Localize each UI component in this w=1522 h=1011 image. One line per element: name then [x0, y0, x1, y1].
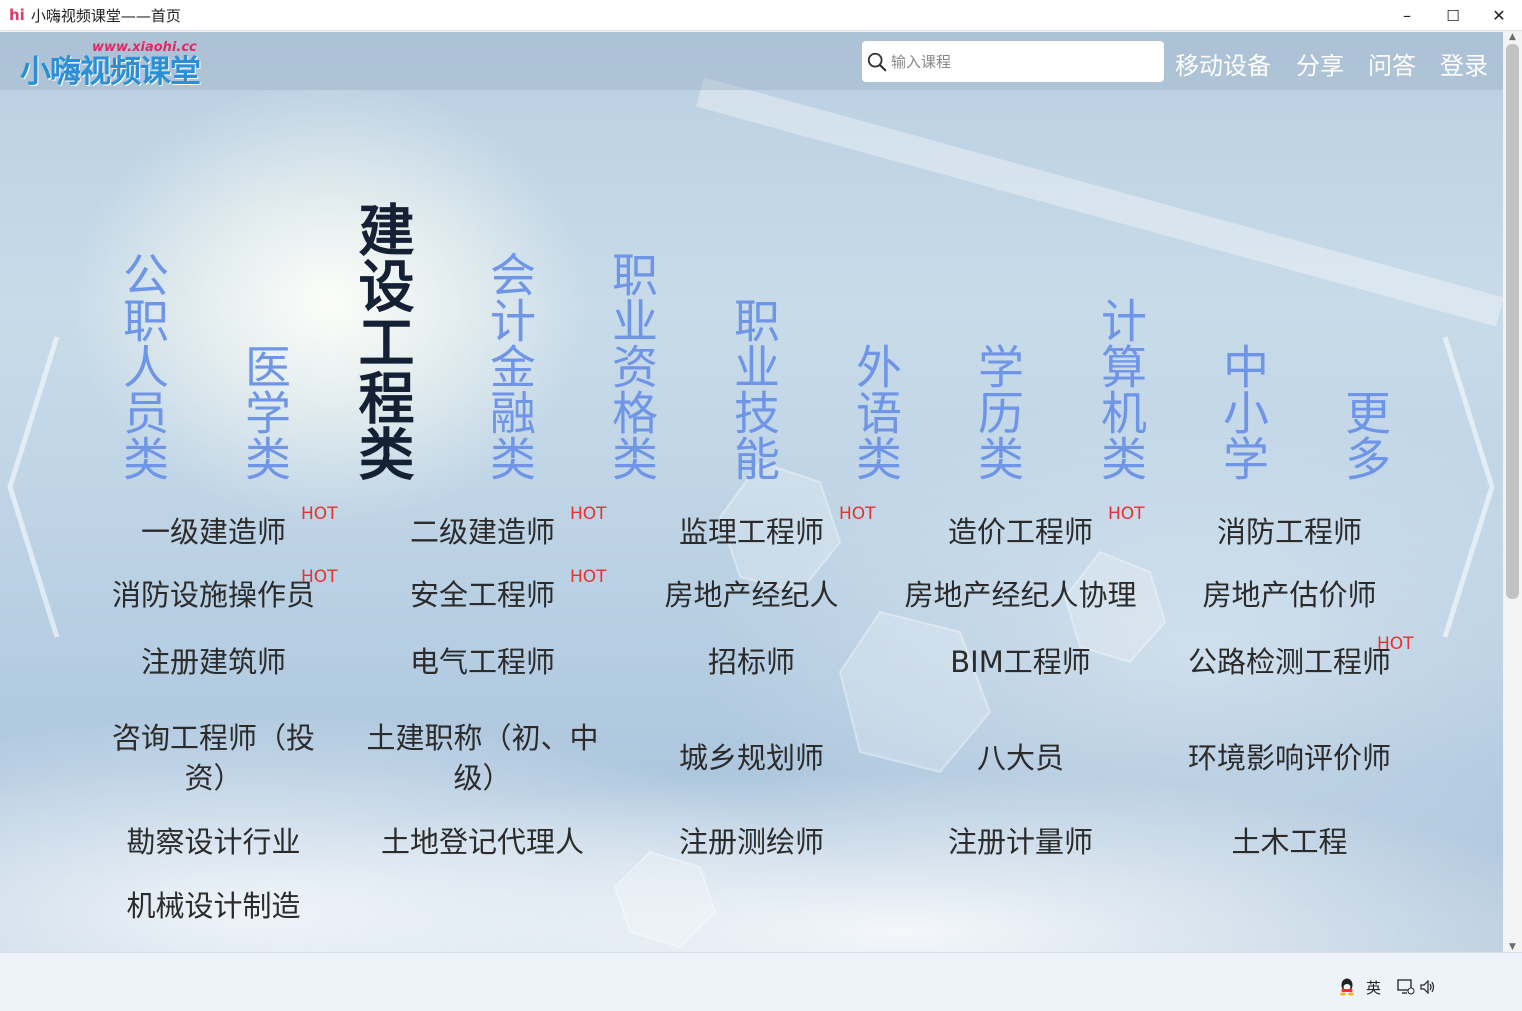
hot-badge: HOT [301, 567, 338, 587]
window-titlebar: hi 小嗨视频课堂——首页 – ☐ ✕ [0, 0, 1522, 31]
top-header: 小嗨视频课堂 www.xiaohi.cc 移动设备 分享 问答 登录 [0, 32, 1503, 90]
course-link[interactable]: 城乡规划师 [617, 738, 886, 778]
course-link[interactable]: 注册建筑师 [79, 642, 348, 682]
search-box[interactable] [862, 41, 1164, 82]
volume-icon[interactable] [1420, 980, 1436, 994]
chevron-right-icon[interactable] [1440, 332, 1500, 642]
maximize-icon: ☐ [1446, 6, 1460, 25]
ime-indicator[interactable]: 英 [1366, 977, 1381, 998]
hot-badge: HOT [301, 504, 338, 524]
category-tab-1[interactable]: 医学类 [232, 343, 292, 481]
course-link[interactable]: 房地产估价师 [1155, 575, 1424, 615]
category-tab-4[interactable]: 职业资格类 [599, 251, 659, 481]
minimize-icon: – [1403, 6, 1411, 25]
category-tab-6[interactable]: 外语类 [843, 343, 903, 481]
category-tab-5[interactable]: 职业技能 [721, 297, 781, 481]
course-link[interactable]: 电气工程师 [348, 642, 617, 682]
category-tab-8[interactable]: 计算机类 [1088, 297, 1148, 481]
course-link[interactable]: 注册计量师 [886, 822, 1155, 862]
logo-url: www.xiaohi.cc [92, 40, 197, 55]
search-icon[interactable] [866, 51, 888, 73]
course-link[interactable]: 咨询工程师（投资） [91, 718, 336, 798]
course-link[interactable]: 房地产经纪人协理 [886, 575, 1155, 615]
category-tab-3[interactable]: 会计金融类 [477, 251, 537, 481]
hot-badge: HOT [570, 504, 607, 524]
course-link[interactable]: 机械设计制造 [79, 886, 348, 926]
nav-share[interactable]: 分享 [1296, 46, 1344, 81]
nav-qa[interactable]: 问答 [1368, 46, 1416, 81]
scroll-down-icon[interactable]: ▼ [1507, 942, 1518, 952]
course-link[interactable]: BIM工程师 [886, 642, 1155, 682]
category-tab-9[interactable]: 中小学 [1210, 343, 1270, 481]
course-link[interactable]: 环境影响评价师 [1155, 738, 1424, 778]
qq-icon[interactable] [1339, 978, 1355, 996]
app-icon: hi [9, 6, 25, 24]
minimize-button[interactable]: – [1384, 0, 1430, 31]
category-tab-7[interactable]: 学历类 [965, 343, 1025, 481]
course-link[interactable]: 招标师 [617, 642, 886, 682]
category-tab-10[interactable]: 更多 [1332, 389, 1392, 481]
chevron-left-icon[interactable] [2, 332, 62, 642]
nav-mobile-devices[interactable]: 移动设备 [1175, 46, 1271, 81]
course-link[interactable]: 八大员 [886, 738, 1155, 778]
category-tab-2[interactable]: 建设工程类 [349, 201, 415, 481]
course-link[interactable]: 注册测绘师 [617, 822, 886, 862]
course-link[interactable]: 房地产经纪人 [617, 575, 886, 615]
taskbar: 英 [0, 952, 1522, 1011]
course-link[interactable]: 土建职称（初、中级） [360, 718, 605, 798]
search-input[interactable] [891, 52, 1151, 71]
scroll-up-icon[interactable]: ▲ [1507, 32, 1518, 42]
course-link[interactable]: 土木工程 [1155, 822, 1424, 862]
close-button[interactable]: ✕ [1476, 0, 1522, 31]
hot-badge: HOT [1377, 634, 1414, 654]
course-link[interactable]: 土地登记代理人 [348, 822, 617, 862]
window-title: 小嗨视频课堂——首页 [30, 6, 181, 25]
close-icon: ✕ [1492, 6, 1506, 25]
category-tab-0[interactable]: 公职人员类 [110, 251, 170, 481]
background-bokeh [613, 77, 1503, 949]
scrollbar-thumb[interactable] [1506, 44, 1519, 599]
course-link[interactable]: 勘察设计行业 [79, 822, 348, 862]
network-icon[interactable] [1397, 979, 1415, 995]
hot-badge: HOT [839, 504, 876, 524]
maximize-button[interactable]: ☐ [1430, 0, 1476, 31]
site-logo[interactable]: 小嗨视频课堂 www.xiaohi.cc [20, 38, 201, 90]
hot-badge: HOT [570, 567, 607, 587]
content-area: 小嗨视频课堂 www.xiaohi.cc 移动设备 分享 问答 登录 公职人员类… [0, 32, 1503, 952]
nav-login[interactable]: 登录 [1440, 46, 1488, 81]
hot-badge: HOT [1108, 504, 1145, 524]
vertical-scrollbar[interactable]: ▲ ▼ [1503, 32, 1522, 952]
course-link[interactable]: 消防工程师 [1155, 512, 1424, 552]
